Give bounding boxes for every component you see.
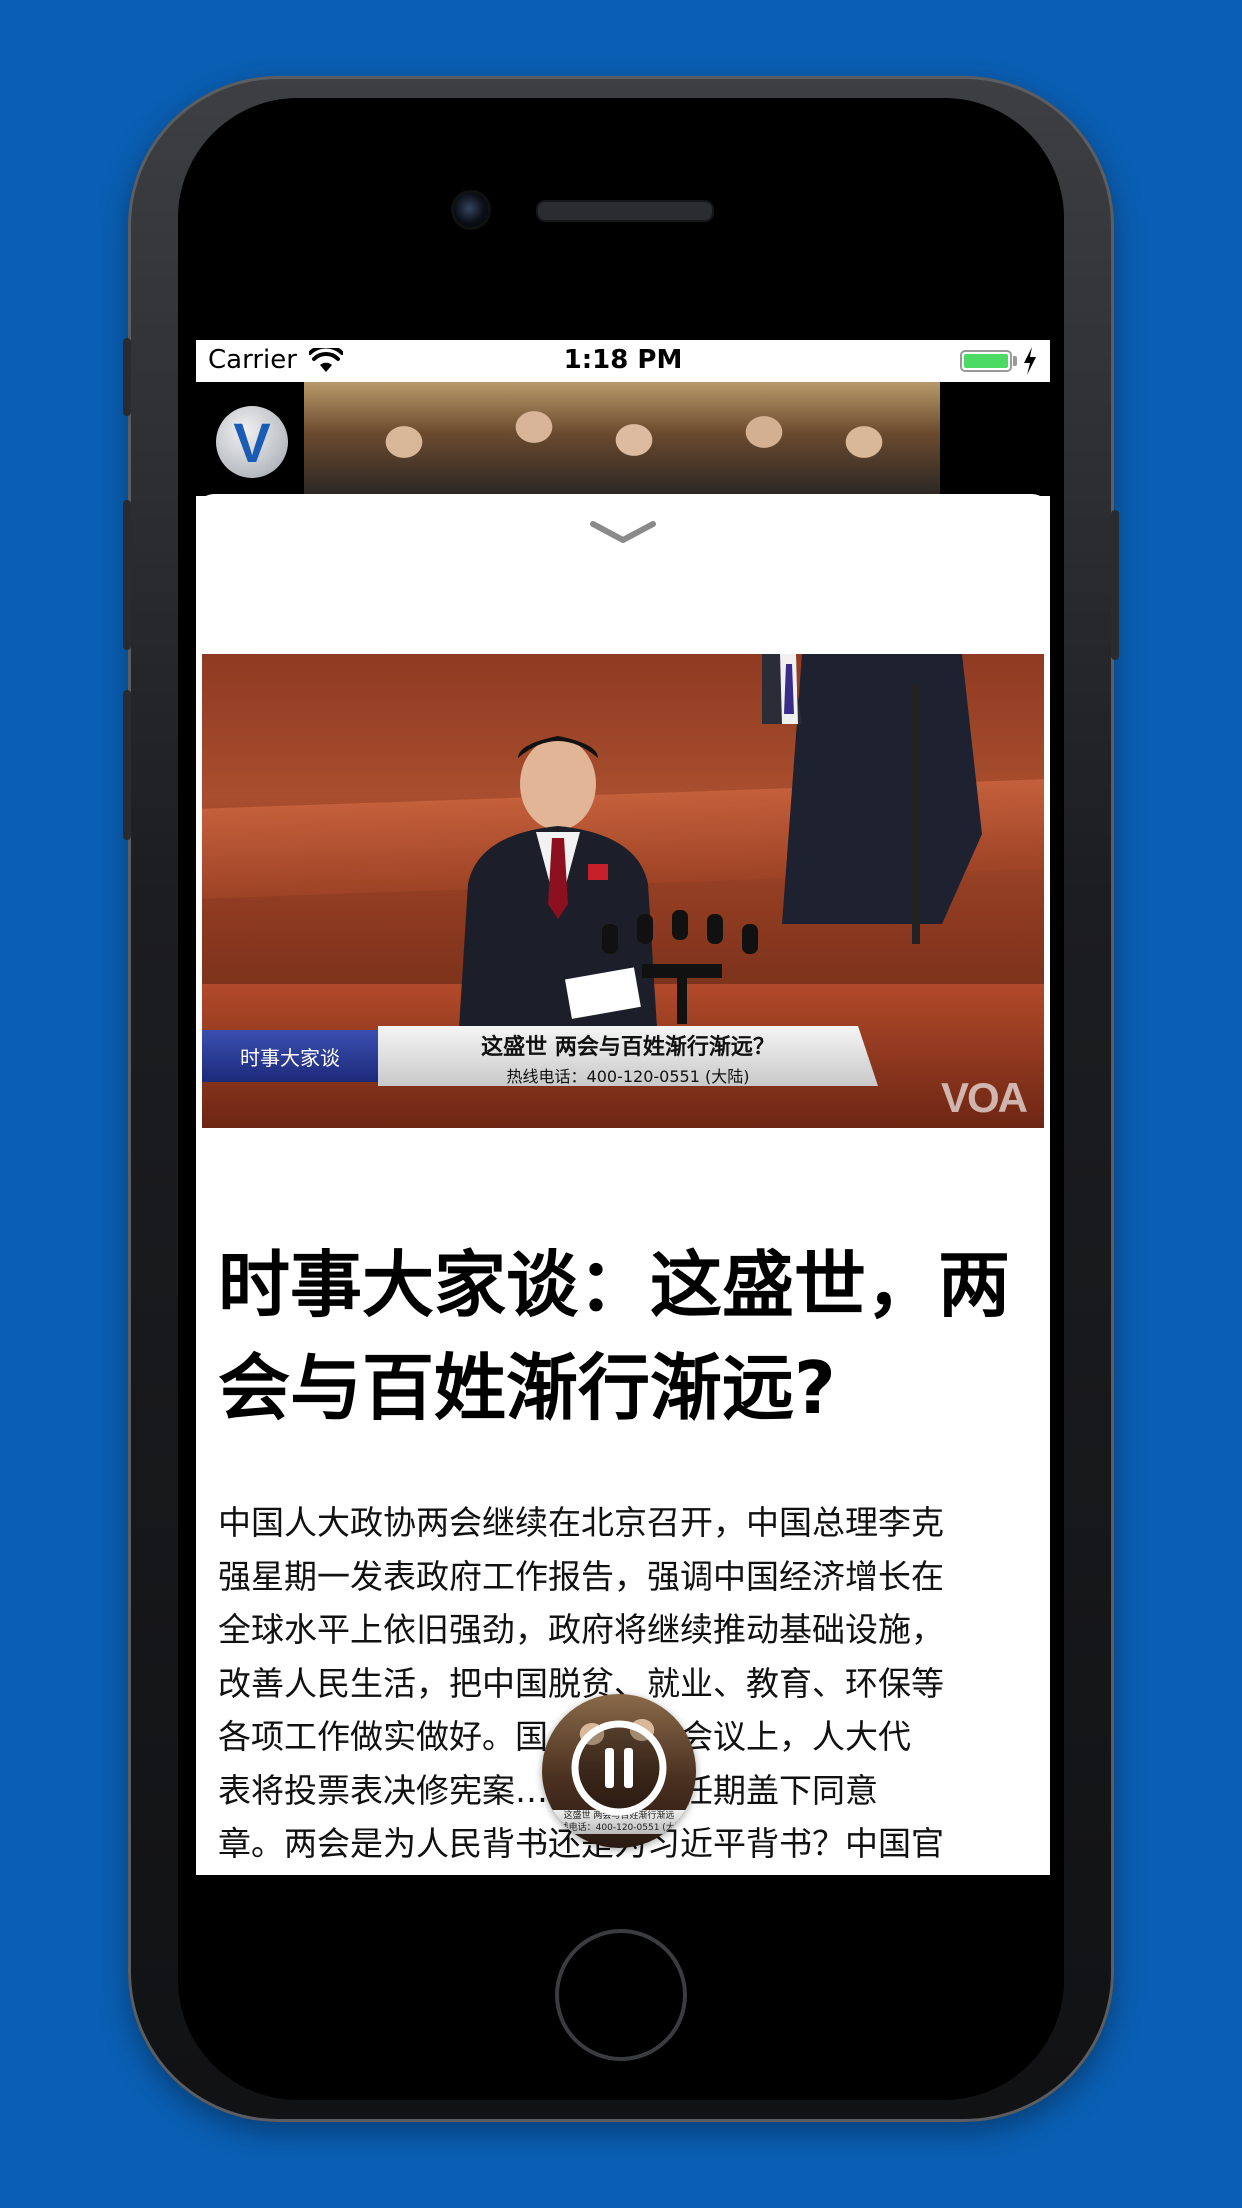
body-line: 中国人大政协两会继续在北京召开，中国总理李克	[218, 1503, 944, 1542]
battery-cap	[1013, 356, 1017, 366]
voa-logo: V	[216, 406, 288, 478]
body-line: 全球水平上依旧强劲，政府将继续推动基础设施，	[218, 1610, 944, 1649]
status-time: 1:18 PM	[563, 345, 683, 375]
body-line: 强星期一发表政府工作报告，强调中国经济增长在	[218, 1556, 944, 1596]
show-name-label: 时事大家谈	[202, 1030, 378, 1082]
mini-player[interactable]: 这盛世 两会与百姓渐行渐远 热线电话：400-120-0551 (大陆)	[542, 1694, 696, 1848]
hotline-label: 热线电话：400-120-0551 (大陆)	[506, 1067, 750, 1086]
voa-watermark: VOA	[940, 1074, 1028, 1121]
mini-caption-line2: 热线电话：400-120-0551 (大陆)	[550, 1823, 688, 1833]
battery-icon	[960, 350, 1012, 372]
audience-thumbnail	[304, 382, 940, 496]
article-sheet: 时事大家谈 这盛世 两会与百姓渐行渐远？ 热线电话：400-120-0551 (…	[196, 494, 1050, 1875]
earpiece-speaker	[536, 200, 714, 222]
pause-icon[interactable]	[567, 1716, 671, 1820]
background-video-strip[interactable]: V	[196, 382, 1050, 496]
front-camera	[451, 190, 491, 230]
volume-up-button	[123, 500, 131, 650]
power-button	[1111, 510, 1119, 660]
home-button[interactable]	[555, 1929, 687, 2061]
mute-switch	[123, 338, 131, 416]
microphones	[602, 910, 758, 1024]
chevron-down-icon[interactable]	[589, 518, 657, 546]
lower-third-banner: 时事大家谈 这盛世 两会与百姓渐行渐远？ 热线电话：400-120-0551 (…	[202, 1026, 1044, 1090]
volume-down-button	[123, 690, 131, 840]
headline-strip: 这盛世 两会与百姓渐行渐远？ 热线电话：400-120-0551 (大陆)	[378, 1026, 878, 1086]
screen: Carrier 1:18 PM V 时事大家谈 这盛世 两会与百姓渐行渐远？ 热…	[196, 340, 1050, 1875]
standing-figure	[762, 654, 982, 944]
charging-bolt-icon	[1024, 347, 1036, 375]
status-bar: Carrier 1:18 PM	[196, 340, 1050, 382]
headline-label: 这盛世 两会与百姓渐行渐远？	[481, 1035, 775, 1060]
article-title: 时事大家谈：这盛世，两会与百姓渐行渐远?	[218, 1243, 1011, 1430]
video-player[interactable]: 时事大家谈 这盛世 两会与百姓渐行渐远？ 热线电话：400-120-0551 (…	[202, 654, 1044, 1128]
